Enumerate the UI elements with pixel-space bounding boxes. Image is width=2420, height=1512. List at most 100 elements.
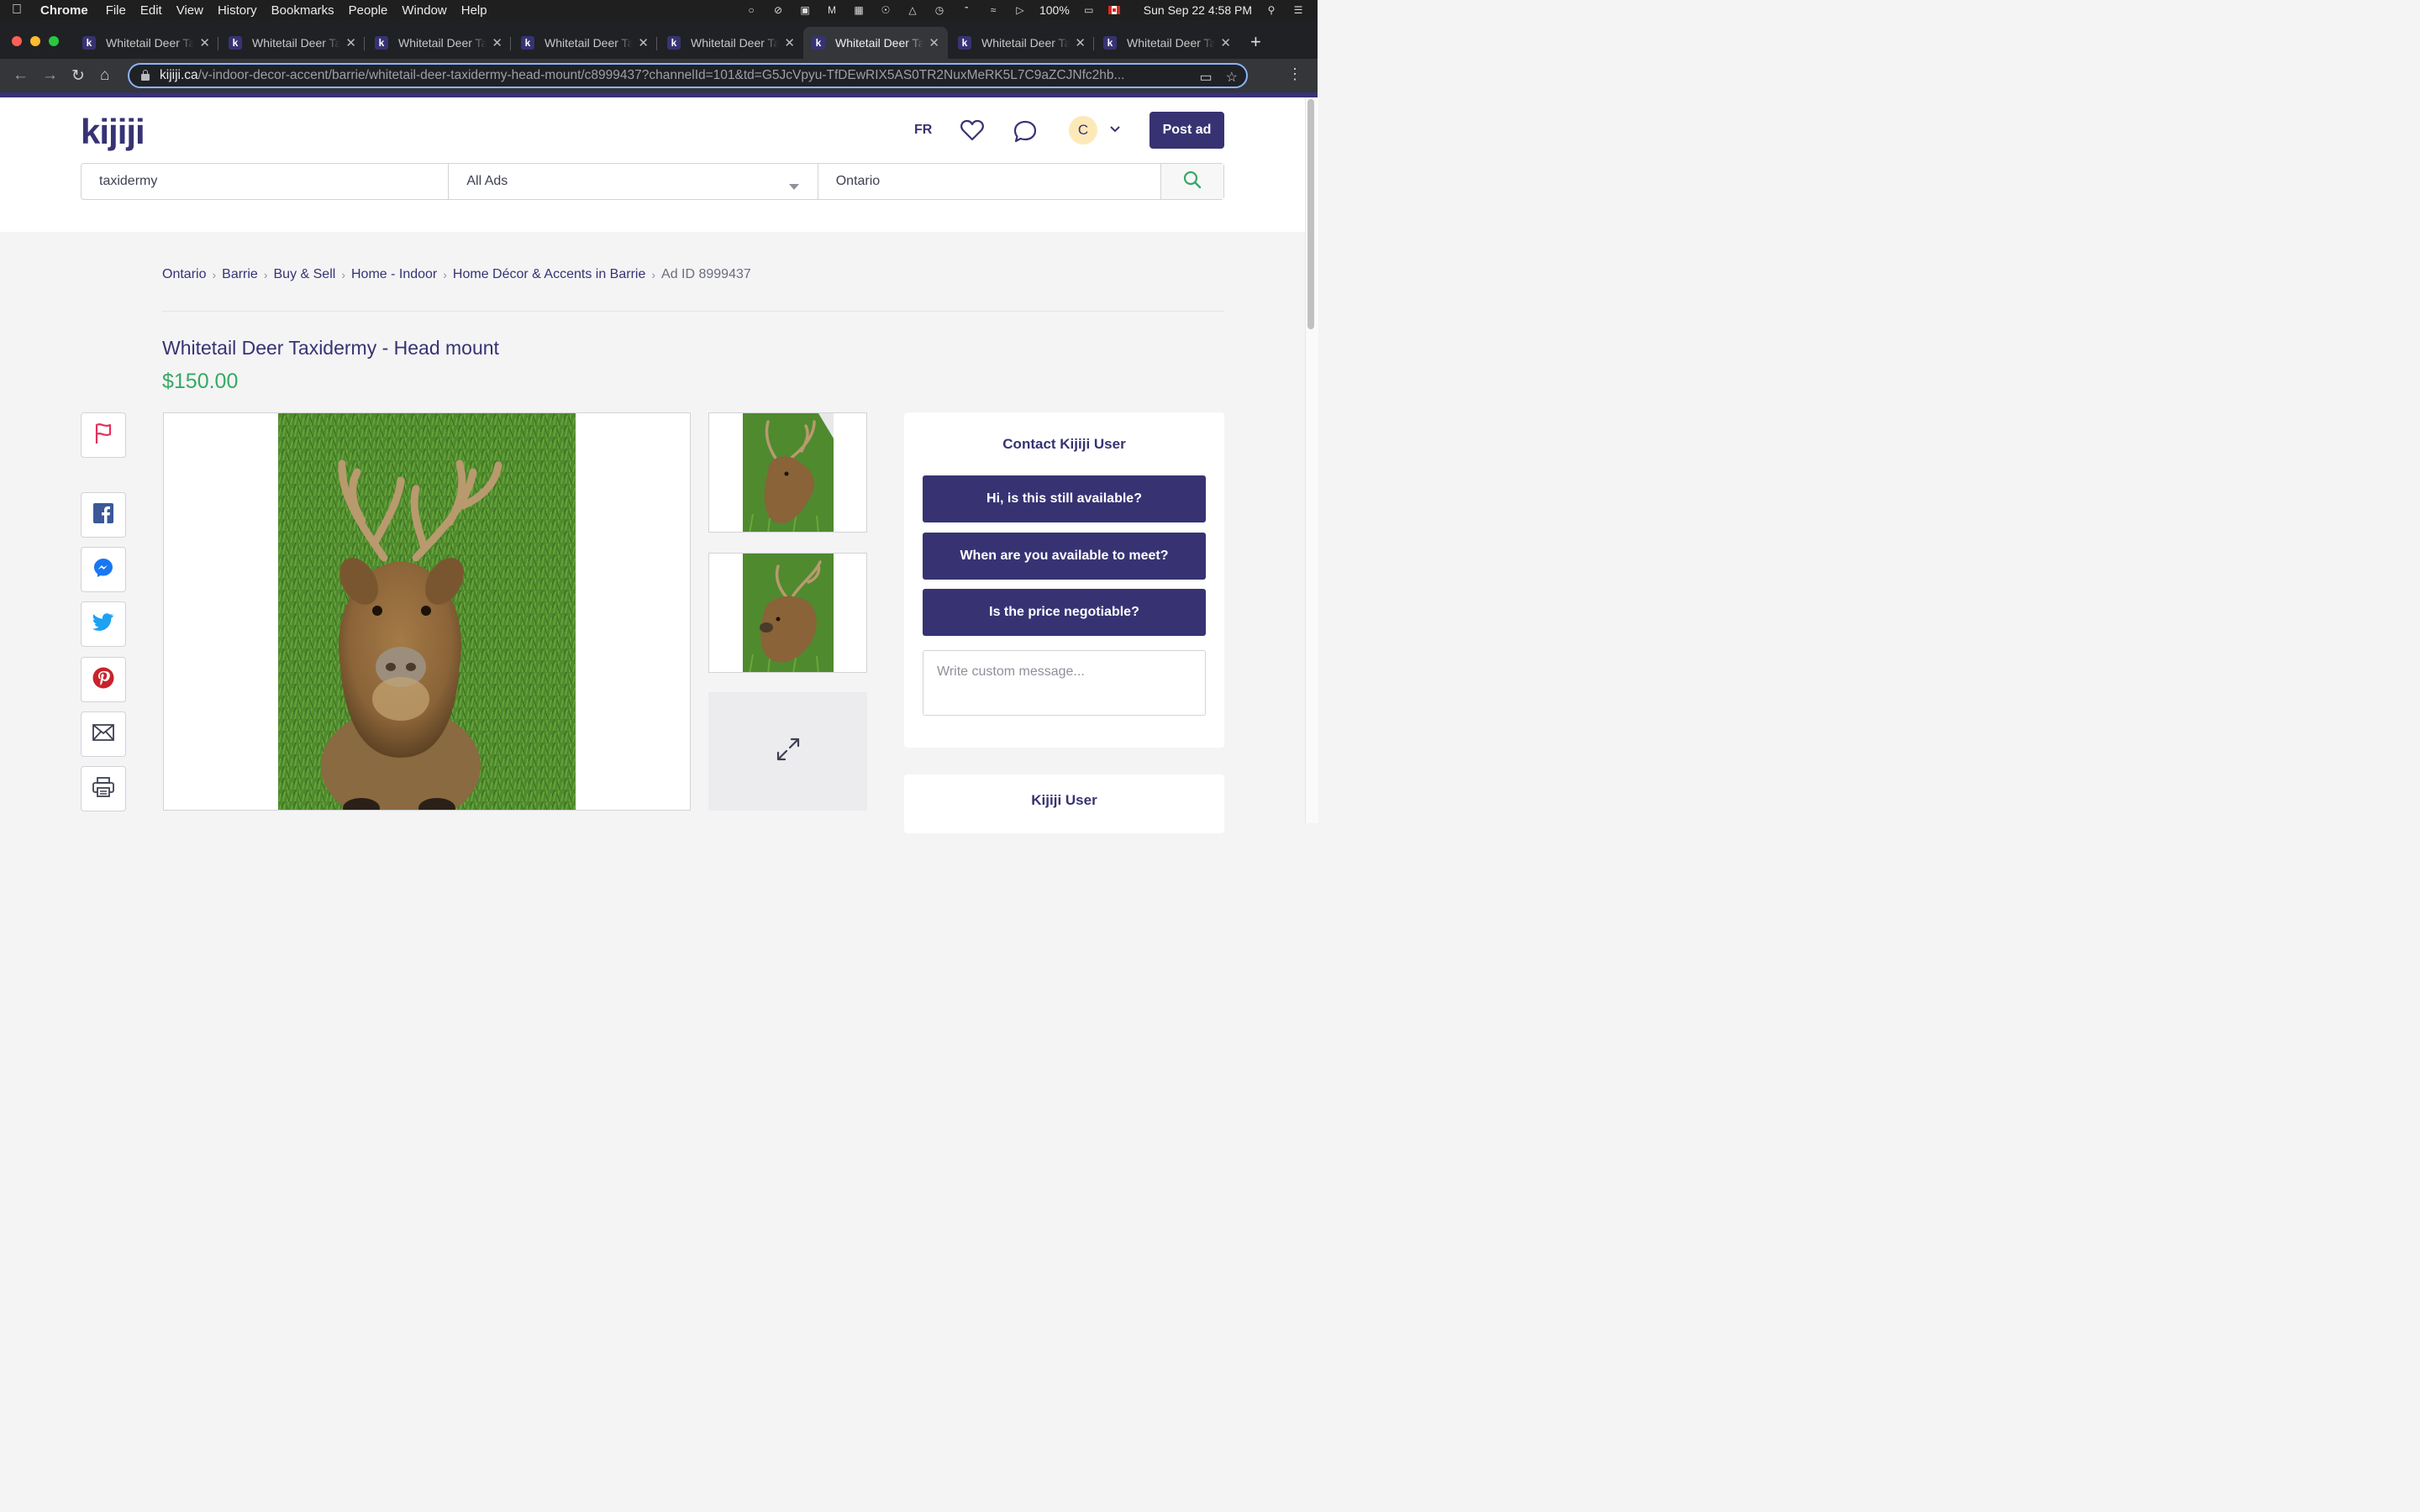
reload-icon[interactable]: ↻ xyxy=(71,66,85,86)
print-button[interactable] xyxy=(81,766,126,811)
new-tab-button[interactable]: + xyxy=(1250,31,1261,53)
bluetooth-icon[interactable]: ־ xyxy=(959,4,974,16)
notification-center-icon[interactable]: ☰ xyxy=(1291,4,1306,16)
share-email-button[interactable] xyxy=(81,711,126,757)
custom-message-input[interactable] xyxy=(923,650,1206,716)
volume-icon[interactable]: ▷ xyxy=(1013,4,1028,16)
main-listing-image[interactable] xyxy=(163,412,691,811)
breadcrumb-barrie[interactable]: Barrie xyxy=(222,267,258,282)
browser-tab[interactable]: k Whitetail Deer Taxidermy - Head mount ✕ xyxy=(659,27,803,59)
favourites-heart-icon[interactable] xyxy=(960,119,984,145)
browser-tab[interactable]: k Whitetail Deer Taxidermy - Head mount ✕ xyxy=(950,27,1094,59)
search-input[interactable]: taxidermy xyxy=(82,164,450,199)
accessibility-icon[interactable]: ☉ xyxy=(878,4,893,16)
share-messenger-button[interactable] xyxy=(81,547,126,592)
menu-view[interactable]: View xyxy=(176,3,203,18)
spotlight-search-icon[interactable]: ⚲ xyxy=(1264,4,1279,16)
menu-window[interactable]: Window xyxy=(402,3,446,18)
chrome-menu-icon[interactable]: ⋮ xyxy=(1287,66,1302,83)
canada-flag-icon[interactable] xyxy=(1107,6,1120,14)
user-avatar[interactable]: C xyxy=(1069,116,1097,144)
tab-separator xyxy=(1093,37,1094,50)
tab-close-icon[interactable]: ✕ xyxy=(638,35,649,50)
time-machine-icon[interactable]: ◷ xyxy=(932,4,947,16)
browser-tab[interactable]: k Whitetail Deer Taxidermy - Head mount ✕ xyxy=(74,27,218,59)
language-toggle[interactable]: FR xyxy=(914,123,932,138)
apple-icon[interactable]:  xyxy=(12,3,22,18)
share-twitter-button[interactable] xyxy=(81,601,126,647)
kijiji-favicon-icon: k xyxy=(229,36,242,50)
cast-icon[interactable]: ▭ xyxy=(1200,69,1213,86)
tab-close-icon[interactable]: ✕ xyxy=(929,35,939,50)
tab-separator xyxy=(656,37,657,50)
breadcrumb-home-decor[interactable]: Home Décor & Accents in Barrie xyxy=(453,267,645,282)
deer-head-photo xyxy=(278,413,576,810)
tab-close-icon[interactable]: ✕ xyxy=(345,35,356,50)
kijiji-favicon-icon: k xyxy=(375,36,388,50)
share-pinterest-button[interactable] xyxy=(81,657,126,702)
window-zoom-button[interactable] xyxy=(49,36,59,46)
menu-edit[interactable]: Edit xyxy=(140,3,162,18)
sync-icon[interactable]: ⊘ xyxy=(771,4,786,16)
chevron-down-icon[interactable] xyxy=(1110,123,1120,135)
back-icon[interactable]: ← xyxy=(13,66,29,85)
battery-icon[interactable]: ▭ xyxy=(1081,4,1097,16)
wifi-icon[interactable]: ≈ xyxy=(986,4,1001,16)
browser-tab[interactable]: k Whitetail Deer Taxidermy - Head mount ✕ xyxy=(803,27,948,59)
flag-icon xyxy=(94,423,113,449)
bookmark-star-icon[interactable]: ☆ xyxy=(1226,69,1238,86)
tab-close-icon[interactable]: ✕ xyxy=(784,35,795,50)
tab-close-icon[interactable]: ✕ xyxy=(492,35,502,50)
creative-cloud-icon[interactable]: ○ xyxy=(744,4,759,16)
address-host: kijiji.ca xyxy=(160,68,198,82)
menu-help[interactable]: Help xyxy=(461,3,487,18)
forward-icon[interactable]: → xyxy=(42,66,58,85)
messages-chat-icon[interactable] xyxy=(1013,119,1037,147)
malwarebytes-icon[interactable]: M xyxy=(824,4,839,16)
scrollbar-thumb[interactable] xyxy=(1307,99,1314,329)
post-ad-button[interactable]: Post ad xyxy=(1150,112,1224,149)
browser-tab[interactable]: k Whitetail Deer Taxidermy - Head mount ✕ xyxy=(220,27,365,59)
display-icon[interactable]: ▣ xyxy=(797,4,813,16)
macos-menu-bar:  Chrome File Edit View History Bookmark… xyxy=(0,0,1318,20)
breadcrumb-home-indoor[interactable]: Home - Indoor xyxy=(351,267,437,282)
report-ad-button[interactable] xyxy=(81,412,126,458)
location-input[interactable]: Ontario xyxy=(818,164,1162,199)
search-button[interactable] xyxy=(1161,164,1223,199)
thumbnail-image-2[interactable] xyxy=(708,553,867,673)
quick-reply-still-available-button[interactable]: Hi, is this still available? xyxy=(923,475,1206,522)
browser-tab[interactable]: k Whitetail Deer Taxidermy - Head mount ✕ xyxy=(1095,27,1239,59)
breadcrumb-ontario[interactable]: Ontario xyxy=(162,267,206,282)
logo-text: kijiji xyxy=(81,112,145,151)
thumbnail-image-1[interactable] xyxy=(708,412,867,533)
seller-name[interactable]: Kijiji User xyxy=(904,792,1224,809)
window-minimize-button[interactable] xyxy=(30,36,40,46)
menu-file[interactable]: File xyxy=(106,3,126,18)
airplay-icon[interactable]: △ xyxy=(905,4,920,16)
address-bar[interactable]: kijiji.ca/v-indoor-decor-accent/barrie/w… xyxy=(128,63,1248,88)
lock-icon[interactable] xyxy=(141,70,150,81)
home-icon[interactable]: ⌂ xyxy=(100,66,109,85)
quick-reply-meet-button[interactable]: When are you available to meet? xyxy=(923,533,1206,580)
messenger-icon xyxy=(93,558,113,582)
tab-close-icon[interactable]: ✕ xyxy=(1220,35,1231,50)
share-facebook-button[interactable] xyxy=(81,492,126,538)
tab-close-icon[interactable]: ✕ xyxy=(1075,35,1086,50)
menu-bookmarks[interactable]: Bookmarks xyxy=(271,3,334,18)
menu-people[interactable]: People xyxy=(349,3,388,18)
window-close-button[interactable] xyxy=(12,36,22,46)
menu-app-chrome[interactable]: Chrome xyxy=(40,3,88,18)
breadcrumb-buy-sell[interactable]: Buy & Sell xyxy=(274,267,336,282)
menubar-datetime[interactable]: Sun Sep 22 4:58 PM xyxy=(1144,3,1252,17)
quick-reply-negotiable-button[interactable]: Is the price negotiable? xyxy=(923,589,1206,636)
view-gallery-expand-button[interactable] xyxy=(708,692,867,811)
browser-tab[interactable]: k Whitetail Deer Taxidermy - Head mount ✕ xyxy=(366,27,511,59)
tab-close-icon[interactable]: ✕ xyxy=(199,35,210,50)
browser-tab[interactable]: k Whitetail Deer Taxidermy - Head mount ✕ xyxy=(513,27,657,59)
kijiji-logo[interactable]: kijiji xyxy=(81,112,145,152)
app-icon[interactable]: ▦ xyxy=(851,4,866,16)
breadcrumb-separator: › xyxy=(341,268,345,281)
menu-history[interactable]: History xyxy=(218,3,257,18)
category-select[interactable]: All Ads xyxy=(449,164,818,199)
breadcrumb-separator: › xyxy=(443,268,447,281)
